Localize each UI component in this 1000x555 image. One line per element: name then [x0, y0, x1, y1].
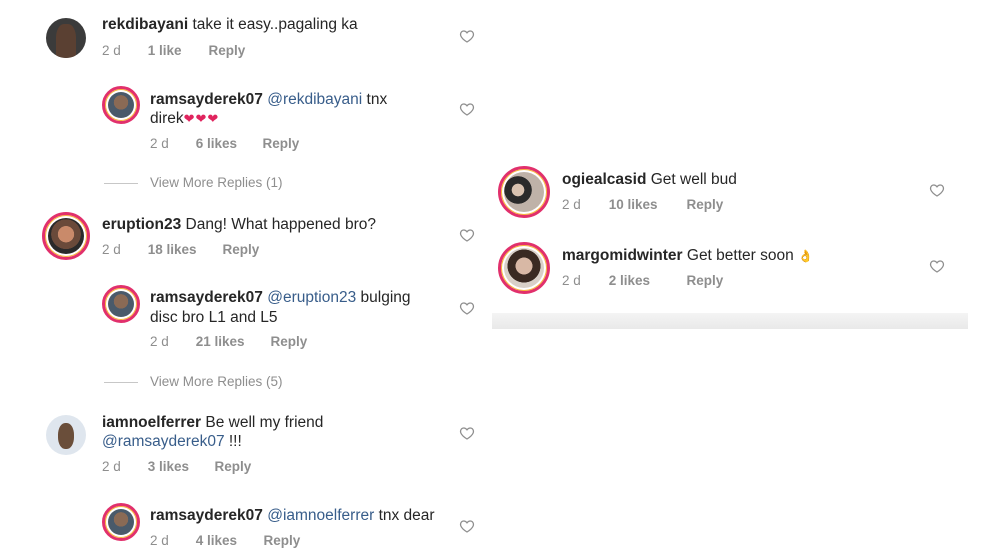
panel-bottom-edge: [492, 313, 968, 329]
view-more-replies[interactable]: View More Replies (1): [104, 175, 283, 190]
avatar[interactable]: [102, 86, 140, 124]
username[interactable]: eruption23: [102, 216, 181, 233]
comment-text: tnx dear: [374, 507, 435, 524]
reply-button[interactable]: Reply: [271, 334, 308, 349]
timestamp: 2 d: [562, 273, 581, 288]
timestamp: 2 d: [562, 197, 581, 212]
right-comment-panel: [492, 140, 968, 330]
username[interactable]: rekdibayani: [102, 16, 188, 33]
likes-count[interactable]: 6 likes: [196, 136, 259, 151]
timestamp: 2 d: [150, 334, 169, 349]
heart-icon[interactable]: [459, 101, 475, 117]
avatar[interactable]: [102, 285, 140, 323]
view-more-label[interactable]: View More Replies (1): [150, 175, 283, 190]
comment-text: Dang! What happened bro?: [181, 216, 376, 233]
reply-button[interactable]: Reply: [687, 273, 724, 288]
username[interactable]: ramsayderek07: [150, 289, 263, 306]
username[interactable]: ramsayderek07: [150, 507, 263, 524]
username[interactable]: iamnoelferrer: [102, 414, 201, 431]
mention-link[interactable]: @eruption23: [263, 289, 356, 306]
mention-link[interactable]: @ramsayderek07: [102, 433, 225, 450]
comment-text: Be well my friend: [201, 414, 324, 431]
avatar[interactable]: [42, 212, 90, 260]
comment-text-line2: disc bro L1 and L5: [150, 309, 278, 326]
ok-hand-emoji: 👌: [798, 249, 813, 263]
heart-emojis: ❤❤❤: [183, 111, 220, 126]
likes-count[interactable]: 21 likes: [196, 334, 267, 349]
reply-button[interactable]: Reply: [215, 459, 252, 474]
timestamp: 2 d: [102, 242, 121, 257]
likes-count[interactable]: 10 likes: [609, 197, 683, 212]
heart-icon[interactable]: [459, 28, 475, 44]
heart-icon[interactable]: [459, 300, 475, 316]
timestamp: 2 d: [150, 136, 169, 151]
reply-button[interactable]: Reply: [223, 242, 260, 257]
likes-count[interactable]: 18 likes: [148, 242, 219, 257]
avatar[interactable]: [498, 166, 550, 218]
divider: [104, 381, 138, 383]
heart-icon[interactable]: [459, 518, 475, 534]
comment-text: take it easy..pagaling ka: [188, 16, 358, 33]
view-more-label[interactable]: View More Replies (5): [150, 374, 283, 389]
likes-count[interactable]: 1 like: [148, 43, 205, 58]
view-more-replies[interactable]: View More Replies (5): [104, 374, 283, 389]
timestamp: 2 d: [102, 459, 121, 474]
timestamp: 2 d: [102, 43, 121, 58]
comment-text-line2: !!!: [224, 433, 242, 450]
timestamp: 2 d: [150, 533, 169, 548]
mention-link[interactable]: @iamnoelferrer: [263, 507, 374, 524]
comment-text: bulging: [356, 289, 411, 306]
username[interactable]: margomidwinter: [562, 247, 683, 264]
heart-icon[interactable]: [929, 258, 945, 274]
likes-count[interactable]: 2 likes: [609, 273, 683, 288]
likes-count[interactable]: 3 likes: [148, 459, 211, 474]
avatar[interactable]: [102, 503, 140, 541]
reply-button[interactable]: Reply: [687, 197, 724, 212]
comment-text: Get better soon: [682, 247, 799, 264]
reply-button[interactable]: Reply: [209, 43, 246, 58]
username[interactable]: ogiealcasid: [562, 171, 646, 188]
heart-icon[interactable]: [459, 227, 475, 243]
divider: [104, 182, 138, 184]
heart-icon[interactable]: [459, 425, 475, 441]
likes-count[interactable]: 4 likes: [196, 533, 260, 548]
reply-button[interactable]: Reply: [263, 136, 300, 151]
avatar[interactable]: [46, 18, 86, 58]
heart-icon[interactable]: [929, 182, 945, 198]
comment-text: tnx: [362, 91, 388, 108]
avatar[interactable]: [498, 242, 550, 294]
comment-text-line2: direk: [150, 110, 184, 127]
username[interactable]: ramsayderek07: [150, 91, 263, 108]
mention-link[interactable]: @rekdibayani: [263, 91, 362, 108]
reply-button[interactable]: Reply: [264, 533, 301, 548]
avatar[interactable]: [46, 415, 86, 455]
comment-text: Get well bud: [646, 171, 737, 188]
